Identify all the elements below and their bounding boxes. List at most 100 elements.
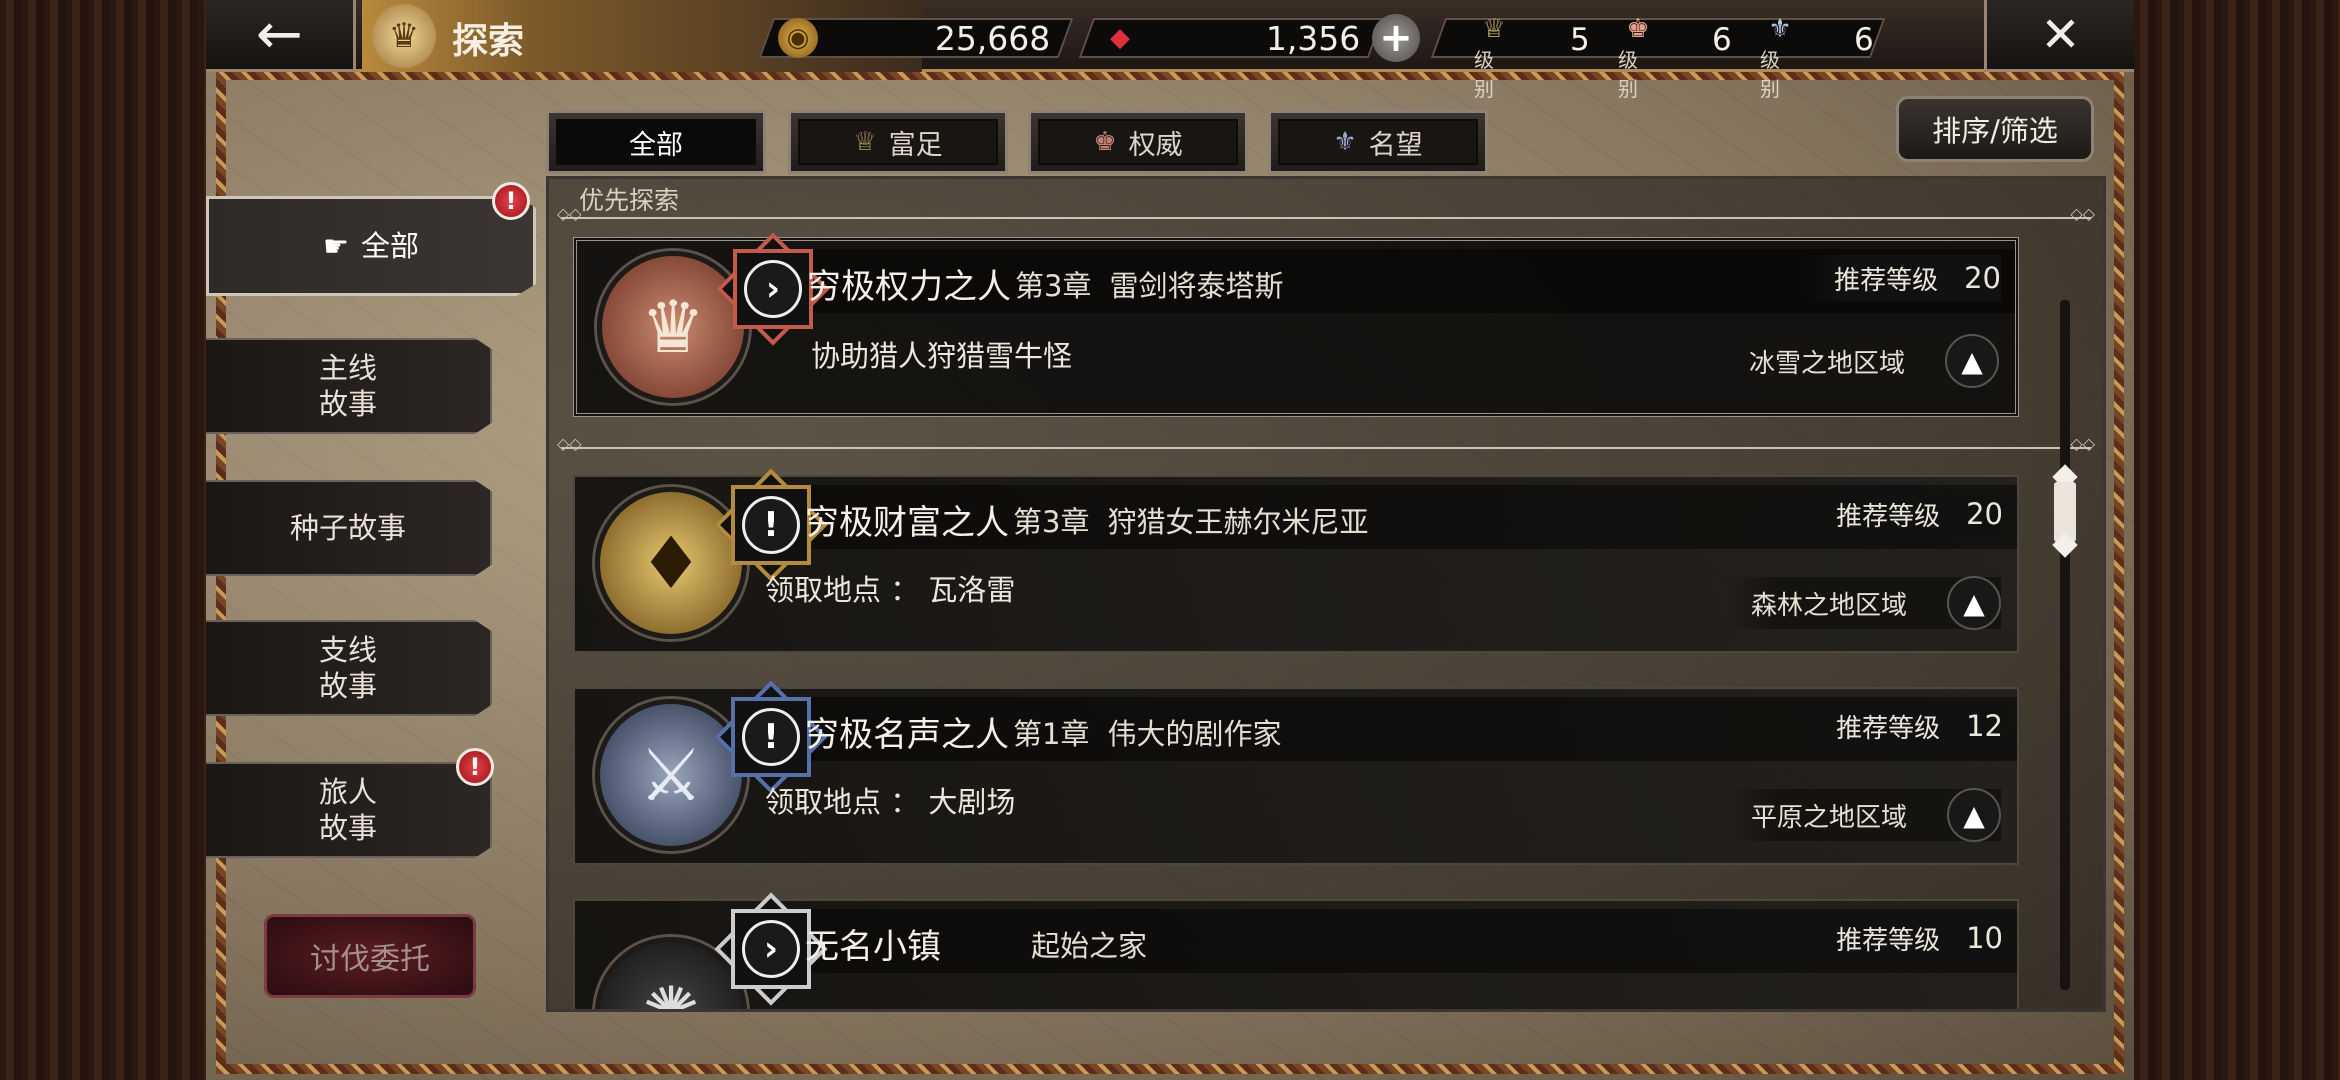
recommended-level: 推荐等级 20 <box>1804 255 2001 301</box>
tab-label: 权威 <box>1128 129 1183 161</box>
sidebar-item-label: 主线 <box>318 351 377 385</box>
level-value: 6 <box>1712 22 1732 58</box>
level-value: 6 <box>1854 22 1874 58</box>
left-wood-frame <box>0 0 206 1080</box>
tab-fame[interactable]: ⚜ 名望 <box>1268 110 1488 174</box>
recommended-level: 推荐等级 12 <box>1806 703 2003 749</box>
quest-status-star: ! <box>725 479 817 571</box>
level-caption: 级别 <box>1760 48 1780 101</box>
sidebar-item-main-story[interactable]: 主线 故事 <box>206 338 492 434</box>
quest-chapter: 第3章 雷剑将泰塔斯 <box>1015 263 1283 305</box>
fame-crest-icon: ⚜ <box>1768 14 1792 44</box>
quest-status-star: › <box>725 903 817 995</box>
plains-icon: ▲ <box>1947 788 2001 842</box>
back-button[interactable]: ← <box>206 0 356 72</box>
sidebar-item-label: 故事 <box>318 387 377 421</box>
gem-counter: ◆ 1,356 <box>1078 18 1384 58</box>
sidebar-item-side-story[interactable]: 支线 故事 <box>206 620 492 716</box>
rec-label: 推荐等级 <box>1836 925 1941 956</box>
forest-icon: ▲ <box>1947 576 2001 630</box>
chapter-title: 伟大的剧作家 <box>1107 717 1282 751</box>
sidebar-item-label: 支线 <box>318 633 377 667</box>
exclamation-icon: ! <box>742 496 800 554</box>
explore-screen: ← ♛ 探索 ◉ 25,668 ◆ 1,356 + ♕ 级别 5 ♚ 级别 6 … <box>206 0 2134 1080</box>
quest-name: 无名小镇 <box>805 927 941 967</box>
snow-mountain-icon: ▲ <box>1945 334 1999 388</box>
sidebar-item-label: 全部 <box>360 229 419 263</box>
section-divider <box>557 204 2095 223</box>
quest-card[interactable]: ♛ › 穷极权力之人 第3章 雷剑将泰塔斯 推荐等级 20 协助猎人狩猎雪牛怪 冰雪… <box>573 237 2019 417</box>
rec-level-value: 20 <box>1966 497 2003 531</box>
priority-section-label: 优先探索 <box>579 186 680 215</box>
sidebar-item-label: 旅人 <box>318 775 377 809</box>
chapter-title: 狩猎女王赫尔米尼亚 <box>1107 505 1369 539</box>
chapter-number: 第3章 <box>1013 505 1090 539</box>
gem-amount: 1,356 <box>1265 18 1360 58</box>
quest-card[interactable]: ✺ › 无名小镇 起始之家 推荐等级10 <box>573 899 2019 1009</box>
fame-icon: ⚜ <box>1333 127 1357 157</box>
close-icon: ✕ <box>2040 6 2081 63</box>
exclamation-icon: ! <box>742 708 800 766</box>
quest-card[interactable]: ♦ ! 穷极财富之人 第3章 狩猎女王赫尔米尼亚 推荐等级 20 领取地点 ： 瓦洛… <box>573 475 2019 653</box>
quest-status-star: › <box>727 243 819 335</box>
level-value: 5 <box>1570 22 1590 58</box>
plus-icon: + <box>1379 15 1413 61</box>
region-label: 平原之地区域 <box>1750 802 1907 833</box>
quest-pickup-location: 领取地点 ： 大剧场 <box>765 785 1016 819</box>
close-button[interactable]: ✕ <box>1984 0 2134 72</box>
quest-chapter: 第3章 狩猎女王赫尔米尼亚 <box>1013 499 1368 541</box>
wealth-crest-icon: ♕ <box>1482 14 1506 44</box>
rec-label: 推荐等级 <box>1836 713 1941 744</box>
recommended-level: 推荐等级 20 <box>1806 491 2003 537</box>
sort-filter-button[interactable]: 排序/筛选 <box>1896 96 2094 162</box>
chapter-title: 雷剑将泰塔斯 <box>1109 269 1284 303</box>
chapter-number: 第3章 <box>1015 269 1092 303</box>
page-title: 探索 <box>452 21 525 62</box>
sidebar-item-label: 故事 <box>318 811 377 845</box>
quest-card[interactable]: ⚔ ! 穷极名声之人 第1章 伟大的剧作家 推荐等级 12 领取地点 ： 大剧场 平… <box>573 687 2019 865</box>
scroll-thumb[interactable] <box>2050 464 2080 558</box>
sidebar-item-label: 种子故事 <box>289 511 406 545</box>
quest-chapter: 第1章 伟大的剧作家 <box>1013 711 1281 753</box>
subjugation-request-button[interactable]: 讨伐委托 <box>264 914 476 998</box>
back-arrow-icon: ← <box>256 2 303 67</box>
quest-name: 穷极权力之人 <box>807 267 1011 307</box>
alert-badge-icon: ! <box>456 748 494 786</box>
level-caption: 级别 <box>1474 48 1494 101</box>
rec-label: 推荐等级 <box>1834 265 1939 296</box>
arrow-right-icon: › <box>744 260 802 318</box>
level-caption: 级别 <box>1618 48 1638 101</box>
tab-wealth[interactable]: ♕ 富足 <box>788 110 1008 174</box>
tab-label: 富足 <box>888 129 943 161</box>
quest-pickup-location: 领取地点 ： 瓦洛雷 <box>765 573 1016 607</box>
alert-badge-icon: ! <box>492 182 530 220</box>
gold-amount: 25,668 <box>934 18 1050 58</box>
chapter-number: 第1章 <box>1013 717 1090 751</box>
sidebar-item-seed-story[interactable]: 种子故事 <box>206 480 492 576</box>
region-label: 冰雪之地区域 <box>1748 348 1905 379</box>
quest-region: 平原之地区域 ▲ <box>1726 788 2001 842</box>
rec-level-value: 12 <box>1966 709 2003 743</box>
chapter-title: 起始之家 <box>1031 929 1148 963</box>
power-icon: ♚ <box>1093 127 1117 157</box>
region-label: 森林之地区域 <box>1750 590 1907 621</box>
sidebar-item-label: 故事 <box>318 669 377 703</box>
right-wood-frame <box>2134 0 2340 1080</box>
tab-label: 名望 <box>1368 129 1423 161</box>
arrow-right-icon: › <box>742 920 800 978</box>
rec-level-value: 20 <box>1964 261 2001 295</box>
wealth-icon: ♕ <box>853 127 877 157</box>
add-gems-button[interactable]: + <box>1372 14 1420 62</box>
sidebar-item-traveler-story[interactable]: 旅人 故事 <box>206 762 492 858</box>
quest-name: 穷极名声之人 <box>805 715 1009 755</box>
tab-label: 全部 <box>629 129 683 161</box>
list-scrollbar[interactable] <box>2060 300 2070 990</box>
tab-all[interactable]: 全部 <box>546 110 766 174</box>
sidebar-item-all[interactable]: ☛ 全部 <box>206 196 536 296</box>
quest-name: 穷极财富之人 <box>805 503 1009 543</box>
section-divider <box>557 434 2095 453</box>
gold-coin-icon: ◉ <box>778 18 818 58</box>
tab-power[interactable]: ♚ 权威 <box>1028 110 1248 174</box>
pointing-hand-icon: ☛ <box>322 229 349 263</box>
ruby-gem-icon: ◆ <box>1110 23 1130 53</box>
